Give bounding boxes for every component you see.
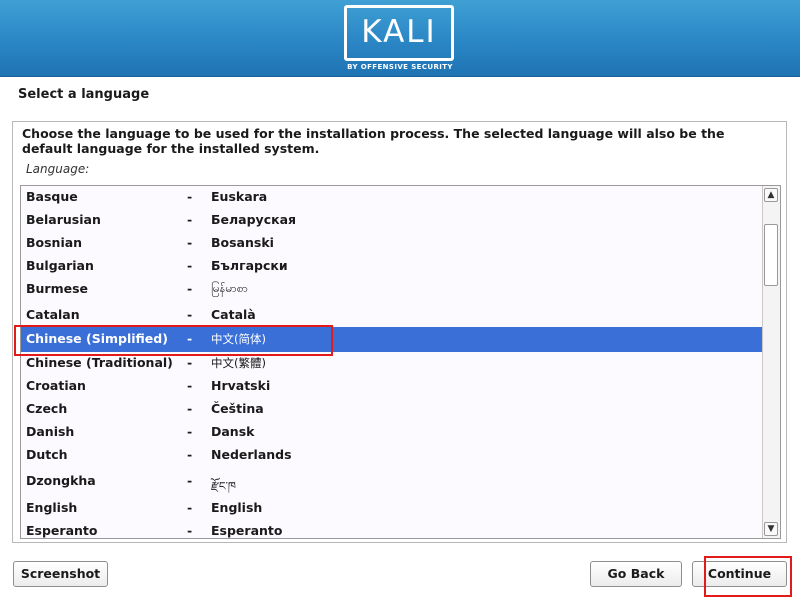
language-name: Basque [26, 189, 78, 204]
kali-logo-subtitle: BY OFFENSIVE SECURITY [347, 63, 453, 71]
separator: - [187, 378, 193, 393]
language-listbox[interactable]: Basque - Euskara Belarusian - Беларуская… [20, 185, 781, 539]
separator: - [187, 307, 193, 322]
language-name: Chinese (Traditional) [26, 355, 173, 370]
language-row[interactable]: Czech - Čeština [21, 398, 764, 421]
language-native-name: Български [211, 258, 288, 273]
scroll-down-icon[interactable]: ▼ [764, 522, 778, 536]
page-title: Select a language [18, 87, 150, 102]
language-row[interactable]: Dzongkha - རྫོང་ཁ [21, 467, 764, 497]
separator: - [187, 424, 193, 439]
language-row[interactable]: Bosnian - Bosanski [21, 232, 764, 255]
language-native-name: English [211, 500, 263, 515]
language-row[interactable]: English - English [21, 497, 764, 520]
separator: - [187, 281, 193, 296]
language-row[interactable]: Danish - Dansk [21, 421, 764, 444]
language-name: Dzongkha [26, 473, 96, 488]
scrollbar-thumb[interactable] [764, 224, 778, 286]
separator: - [187, 235, 193, 250]
language-row[interactable]: Bulgarian - Български [21, 255, 764, 278]
go-back-button[interactable]: Go Back [590, 561, 682, 587]
language-name: Burmese [26, 281, 89, 296]
separator: - [187, 500, 193, 515]
continue-button[interactable]: Continue [692, 561, 787, 587]
language-native-name: 中文(繁體) [211, 356, 266, 370]
language-name: Belarusian [26, 212, 101, 227]
language-native-name: Esperanto [211, 523, 283, 538]
screenshot-button[interactable]: Screenshot [13, 561, 108, 587]
language-native-name: မြန်မာစာ [211, 281, 248, 295]
language-list: Basque - Euskara Belarusian - Беларуская… [21, 186, 764, 538]
language-row[interactable]: Dutch - Nederlands [21, 444, 764, 467]
vertical-scrollbar[interactable]: ▲ ▼ [762, 186, 780, 538]
separator: - [187, 331, 193, 346]
language-native-name: Bosanski [211, 235, 274, 250]
language-name: Esperanto [26, 523, 98, 538]
kali-logo-text: KALI [361, 14, 437, 50]
scroll-up-icon[interactable]: ▲ [764, 188, 778, 202]
instruction-text: Choose the language to be used for the i… [22, 126, 725, 156]
language-panel: Choose the language to be used for the i… [12, 121, 787, 543]
separator: - [187, 189, 193, 204]
separator: - [187, 401, 193, 416]
language-name: Bulgarian [26, 258, 94, 273]
language-native-name: Hrvatski [211, 378, 271, 393]
kali-banner: KALI BY OFFENSIVE SECURITY [0, 0, 800, 77]
language-field-label: Language: [26, 162, 90, 176]
language-name: Chinese (Simplified) [26, 331, 168, 346]
language-native-name: Català [211, 307, 256, 322]
language-row[interactable]: Belarusian - Беларуская [21, 209, 764, 232]
language-name: Czech [26, 401, 68, 416]
language-row[interactable]: Basque - Euskara [21, 186, 764, 209]
language-native-name: 中文(简体) [211, 332, 266, 346]
language-native-name: Беларуская [211, 212, 297, 227]
language-name: English [26, 500, 78, 515]
language-row[interactable]: Catalan - Català [21, 304, 764, 327]
separator: - [187, 473, 193, 488]
language-name: Bosnian [26, 235, 83, 250]
language-native-name: Čeština [211, 401, 264, 416]
separator: - [187, 258, 193, 273]
separator: - [187, 523, 193, 538]
separator: - [187, 447, 193, 462]
language-name: Dutch [26, 447, 68, 462]
language-name: Danish [26, 424, 75, 439]
language-row[interactable]: Chinese (Traditional) - 中文(繁體) [21, 352, 764, 375]
language-row-selected[interactable]: Chinese (Simplified) - 中文(简体) [21, 327, 764, 352]
kali-logo: KALI [344, 5, 454, 61]
language-native-name: Dansk [211, 424, 255, 439]
separator: - [187, 212, 193, 227]
language-row[interactable]: Esperanto - Esperanto [21, 520, 764, 538]
separator: - [187, 355, 193, 370]
language-row[interactable]: Croatian - Hrvatski [21, 375, 764, 398]
language-native-name: Nederlands [211, 447, 292, 462]
language-row[interactable]: Burmese - မြန်မာစာ [21, 278, 764, 304]
language-name: Catalan [26, 307, 80, 322]
language-native-name: Euskara [211, 189, 268, 204]
language-name: Croatian [26, 378, 86, 393]
